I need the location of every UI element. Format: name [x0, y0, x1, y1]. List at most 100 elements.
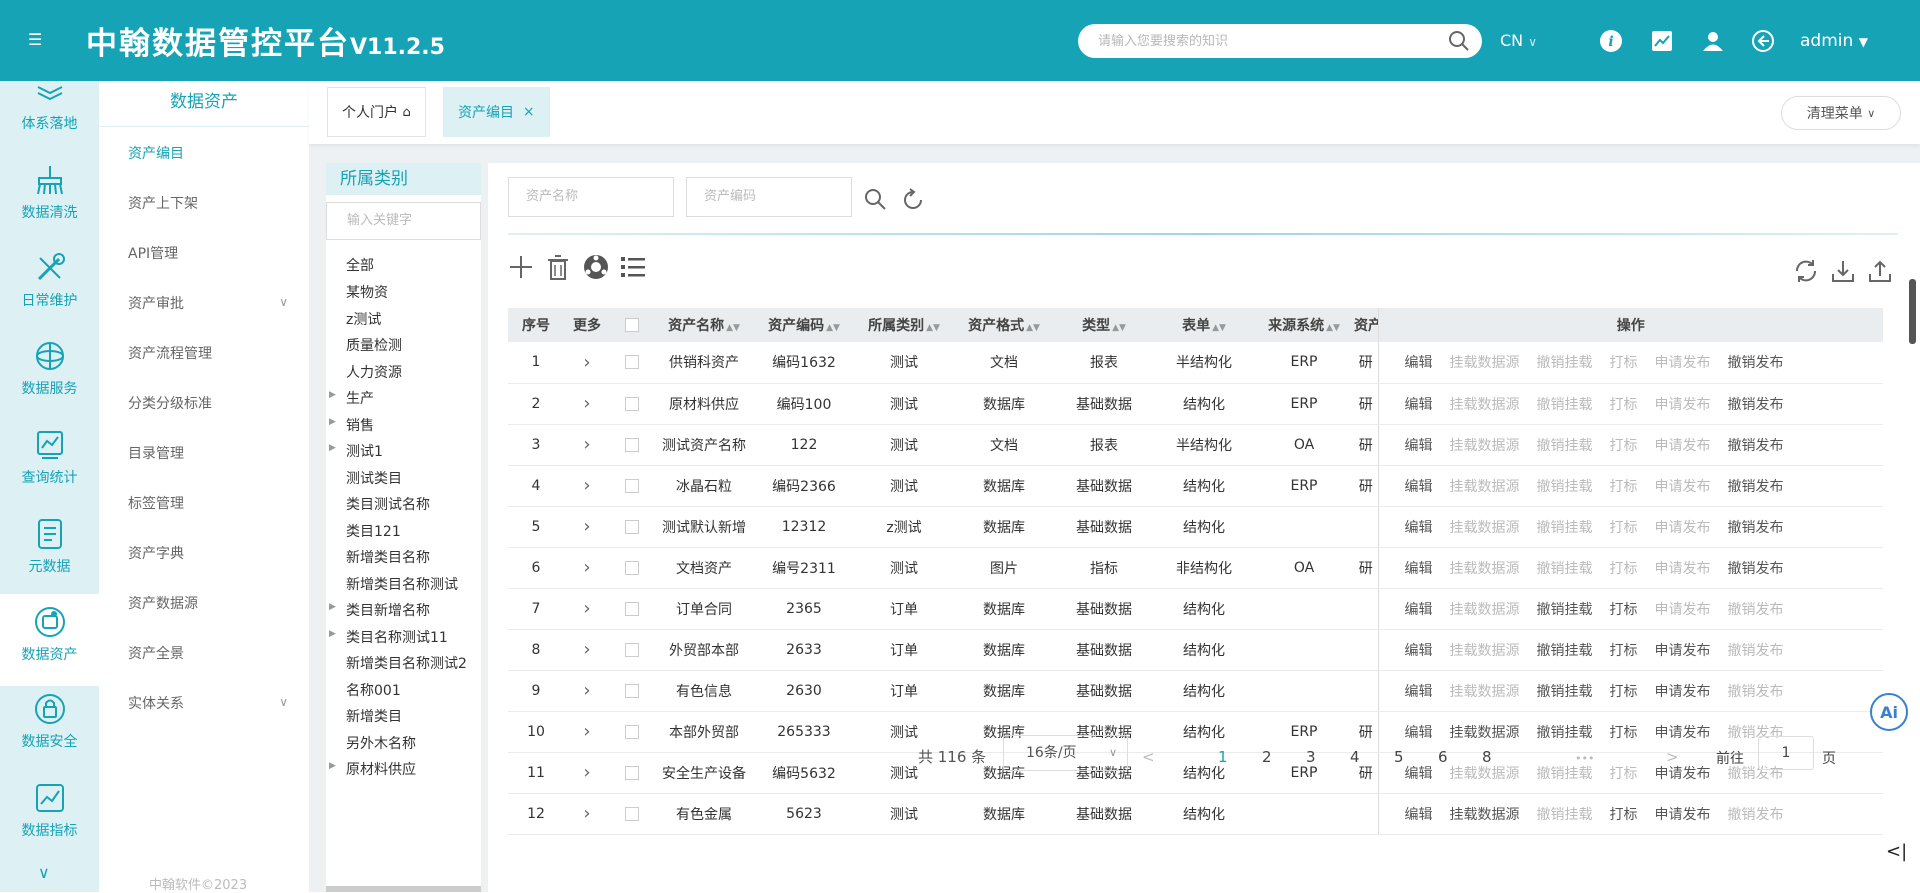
mount-datasource-button[interactable]: 挂载数据源 — [1450, 643, 1520, 659]
mount-datasource-button[interactable]: 挂载数据源 — [1450, 397, 1520, 413]
row-checkbox-cell[interactable] — [610, 383, 654, 425]
edit-button[interactable]: 编辑 — [1405, 397, 1433, 413]
tag-button[interactable]: 打标 — [1610, 602, 1638, 618]
sidebar-item[interactable]: 目录管理 — [128, 443, 288, 463]
chevron-right-icon[interactable]: › — [583, 475, 590, 496]
revoke-publish-button[interactable]: 撤销发布 — [1728, 479, 1784, 495]
tree-node[interactable]: ▶ 生产 — [329, 388, 374, 408]
checkbox[interactable] — [625, 437, 639, 452]
sort-icon[interactable]: ▲▼ — [826, 323, 840, 333]
col-header-sortable[interactable]: 资产格式 ▲▼ — [954, 308, 1054, 342]
checkbox[interactable] — [625, 478, 639, 493]
tree-node[interactable]: 类目测试名称 — [346, 494, 430, 514]
module-yuanshuju[interactable]: 元数据 — [0, 516, 99, 604]
expand-row-cell[interactable]: › — [564, 547, 610, 589]
revoke-publish-button[interactable]: 撤销发布 — [1728, 561, 1784, 577]
revoke-publish-button[interactable]: 撤销发布 — [1728, 355, 1784, 371]
checkbox[interactable] — [625, 519, 639, 534]
expand-row-cell[interactable]: › — [564, 424, 610, 466]
row-checkbox-cell[interactable] — [610, 793, 654, 835]
apply-publish-button[interactable]: 申请发布 — [1655, 438, 1711, 454]
row-checkbox-cell[interactable] — [610, 424, 654, 466]
page-number[interactable]: 5 — [1394, 748, 1404, 766]
edit-button[interactable]: 编辑 — [1405, 807, 1433, 823]
checkbox[interactable] — [625, 765, 639, 780]
tag-button[interactable]: 打标 — [1610, 479, 1638, 495]
tree-node[interactable]: ▶ 类目新增名称 — [329, 600, 430, 620]
revoke-publish-button[interactable]: 撤销发布 — [1728, 602, 1784, 618]
module-chaxun[interactable]: 查询统计 — [0, 427, 99, 515]
sort-icon[interactable]: ▲▼ — [926, 323, 940, 333]
refresh-icon[interactable] — [900, 187, 926, 213]
chevron-right-icon[interactable]: › — [583, 639, 590, 660]
chevron-right-icon[interactable]: › — [583, 721, 590, 742]
module-anquan[interactable]: 数据安全 — [0, 691, 99, 779]
caret-right-icon[interactable]: ▶ — [329, 443, 336, 453]
row-checkbox-cell[interactable] — [610, 629, 654, 671]
row-checkbox-cell[interactable] — [610, 547, 654, 589]
module-qingxi[interactable]: 数据清洗 — [0, 162, 99, 250]
apply-publish-button[interactable]: 申请发布 — [1655, 397, 1711, 413]
expand-row-cell[interactable]: › — [564, 629, 610, 671]
apply-publish-button[interactable]: 申请发布 — [1655, 355, 1711, 371]
module-tixi[interactable]: 体系落地 — [0, 73, 99, 161]
tree-node[interactable]: ▶ 销售 — [329, 415, 374, 435]
checkbox[interactable] — [625, 683, 639, 698]
more-pages[interactable]: ••• — [1575, 752, 1594, 765]
unmount-button[interactable]: 撤销挂载 — [1537, 520, 1593, 536]
logout-icon[interactable] — [1750, 28, 1776, 54]
sidebar-item[interactable]: API管理 — [128, 243, 288, 263]
row-checkbox-cell[interactable] — [610, 465, 654, 507]
expand-row-cell[interactable]: › — [564, 670, 610, 712]
mount-datasource-button[interactable]: 挂载数据源 — [1450, 684, 1520, 700]
sidebar-item-submenu[interactable]: 资产审批 ∨ — [128, 293, 288, 313]
revoke-publish-button[interactable]: 撤销发布 — [1728, 397, 1784, 413]
mount-datasource-button[interactable]: 挂载数据源 — [1450, 807, 1520, 823]
apply-publish-button[interactable]: 申请发布 — [1655, 766, 1711, 782]
apply-publish-button[interactable]: 申请发布 — [1655, 561, 1711, 577]
tag-button[interactable]: 打标 — [1610, 643, 1638, 659]
tree-node[interactable]: 人力资源 — [346, 362, 402, 382]
checkbox[interactable] — [625, 642, 639, 657]
tag-button[interactable]: 打标 — [1610, 355, 1638, 371]
mount-datasource-button[interactable]: 挂载数据源 — [1450, 520, 1520, 536]
row-checkbox-cell[interactable] — [610, 711, 654, 753]
page-scrollbar[interactable] — [1909, 279, 1916, 344]
expand-row-cell[interactable]: › — [564, 465, 610, 507]
module-zhibiao[interactable]: 数据指标 — [0, 780, 99, 868]
chart-icon[interactable] — [1649, 28, 1675, 54]
mount-datasource-button[interactable]: 挂载数据源 — [1450, 561, 1520, 577]
tree-node[interactable]: 某物资 — [346, 282, 388, 302]
module-weihu[interactable]: 日常维护 — [0, 250, 99, 338]
apply-publish-button[interactable]: 申请发布 — [1655, 807, 1711, 823]
global-search[interactable] — [1078, 24, 1482, 58]
checkbox[interactable] — [625, 724, 639, 739]
unmount-button[interactable]: 撤销挂载 — [1537, 397, 1593, 413]
upload-icon[interactable] — [1867, 258, 1893, 284]
col-header-sortable[interactable]: 来源系统 ▲▼ — [1254, 308, 1354, 342]
caret-right-icon[interactable]: ▶ — [329, 390, 336, 400]
page-size-select[interactable]: 16条/页 ∨ — [1003, 735, 1128, 771]
chevron-right-icon[interactable]: › — [583, 352, 590, 373]
unmount-button[interactable]: 撤销挂载 — [1537, 479, 1593, 495]
tree-node[interactable]: ▶ 原材料供应 — [329, 759, 416, 779]
row-checkbox-cell[interactable] — [610, 670, 654, 712]
mount-datasource-button[interactable]: 挂载数据源 — [1450, 438, 1520, 454]
goto-page-input[interactable]: 1 — [1758, 736, 1814, 770]
unmount-button[interactable]: 撤销挂载 — [1537, 602, 1593, 618]
mount-datasource-button[interactable]: 挂载数据源 — [1450, 355, 1520, 371]
tree-node[interactable]: 名称001 — [346, 680, 401, 700]
tab-catalog[interactable]: 资产编目 × — [443, 87, 550, 137]
col-header-sortable[interactable]: 所属类别 ▲▼ — [854, 308, 954, 342]
apply-publish-button[interactable]: 申请发布 — [1655, 520, 1711, 536]
page-number[interactable]: 6 — [1438, 748, 1448, 766]
tree-node[interactable]: ▶ 测试1 — [329, 441, 383, 461]
expand-row-cell[interactable]: › — [564, 752, 610, 794]
expand-row-cell[interactable]: › — [564, 793, 610, 835]
search-input[interactable] — [1098, 33, 1448, 49]
asset-code-filter[interactable]: 资产编码 — [686, 177, 852, 217]
caret-right-icon[interactable]: ▶ — [329, 761, 336, 771]
apply-publish-button[interactable]: 申请发布 — [1655, 725, 1711, 741]
row-checkbox-cell[interactable] — [610, 342, 654, 384]
edit-button[interactable]: 编辑 — [1405, 643, 1433, 659]
